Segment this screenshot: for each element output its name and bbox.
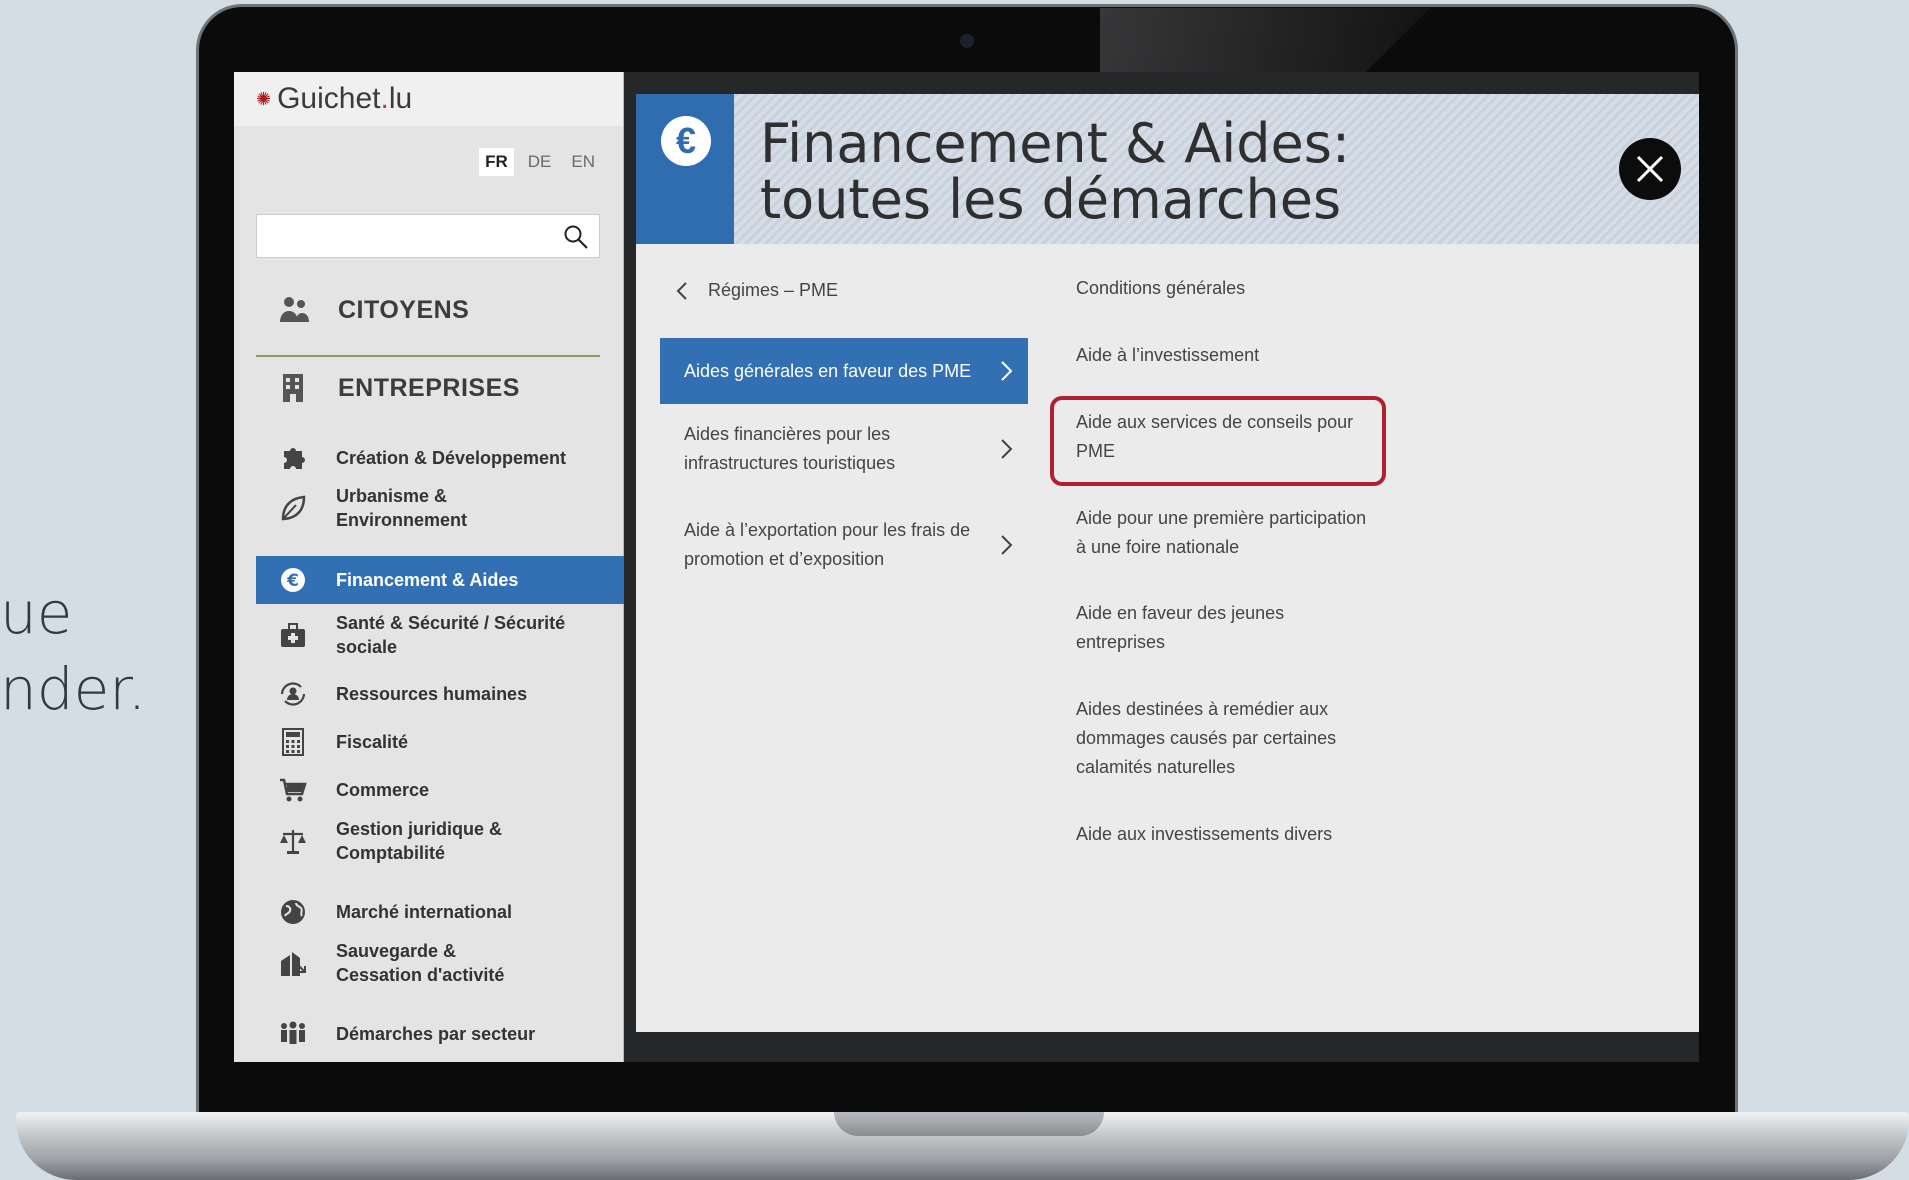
sidebar-item-sante[interactable]: Santé & Sécurité / Sécurité sociale <box>256 608 624 662</box>
background-caption-line-2: nder. <box>0 655 147 723</box>
section-entreprises-label: ENTREPRISES <box>338 373 520 402</box>
background-caption-line-1: ue <box>0 579 73 647</box>
link-aide-premiere-participation[interactable]: Aide pour une première participation à u… <box>1076 504 1376 562</box>
lang-en[interactable]: EN <box>565 148 601 176</box>
background-caption: ue nder. <box>0 575 146 727</box>
section-entreprises[interactable]: ENTREPRISES <box>256 370 600 406</box>
logo-star-icon: ✺ <box>256 88 272 109</box>
laptop-notch <box>834 1112 1104 1136</box>
sidebar-item-secteur[interactable]: Démarches par secteur <box>256 1016 624 1052</box>
back-link[interactable]: Régimes – PME <box>660 280 838 301</box>
sidebar-item-label: Création & Développement <box>336 448 567 468</box>
svg-text:€: € <box>286 571 299 591</box>
sidebar-item-gestion[interactable]: Gestion juridique & Comptabilité <box>256 814 624 868</box>
lang-de[interactable]: DE <box>522 148 558 176</box>
subcategory-aides-generales[interactable]: Aides générales en faveur des PME <box>660 338 1028 404</box>
language-switcher: FR DE EN <box>479 148 601 176</box>
section-divider <box>256 355 600 357</box>
page-title: Financement & Aides: toutes les démarche… <box>760 112 1351 231</box>
euro-icon: € <box>661 116 711 166</box>
sidebar-item-label: Financement & Aides <box>336 570 519 590</box>
sidebar-item-financement[interactable]: € Financement & Aides <box>256 556 624 604</box>
logo-suffix: lu <box>388 82 413 115</box>
sidebar-item-label: Fiscalité <box>336 732 409 752</box>
euro-icon: € <box>281 568 305 592</box>
sidebar-item-label: Sauvegarde & Cessation d'activité <box>336 941 505 985</box>
subcategory-infrastructures[interactable]: Aides financières pour les infrastructur… <box>660 416 1028 482</box>
close-icon <box>1636 155 1664 183</box>
chevron-left-icon <box>676 281 687 300</box>
subcategory-label: Aide à l’exportation pour les frais de p… <box>684 520 971 569</box>
laptop-screen: ✺ Guichet.lu FR DE EN CITOYENS ENTREPRIS… <box>234 72 1699 1062</box>
sidebar-item-label: Urbanisme & Environnement <box>336 486 468 530</box>
subcategory-exportation[interactable]: Aide à l’exportation pour les frais de p… <box>660 512 1028 578</box>
section-citoyens-label: CITOYENS <box>338 295 470 324</box>
sidebar-item-ressources[interactable]: Ressources humaines <box>256 676 624 712</box>
subcategory-label: Aides financières pour les infrastructur… <box>684 424 896 473</box>
back-link-label: Régimes – PME <box>708 280 839 300</box>
medkit-icon <box>281 623 305 647</box>
citizens-icon <box>280 297 309 322</box>
sidebar-item-label: Santé & Sécurité / Sécurité sociale <box>336 613 566 657</box>
lang-fr[interactable]: FR <box>479 148 514 176</box>
link-aides-calamites[interactable]: Aides destinées à remédier aux dommages … <box>1076 695 1356 782</box>
people-cycle-icon <box>280 682 306 706</box>
chevron-right-icon <box>1001 535 1013 555</box>
sidebar-item-urbanisme[interactable]: Urbanisme & Environnement <box>256 482 624 534</box>
sidebar-item-label: Commerce <box>336 780 430 800</box>
highlight-box <box>1050 396 1386 486</box>
sidebar-item-label: Gestion juridique & Comptabilité <box>336 819 503 863</box>
panel-header: € Financement & Aides: toutes les démarc… <box>636 94 1699 244</box>
calculator-icon <box>282 728 304 756</box>
site-logo[interactable]: ✺ Guichet.lu <box>234 72 623 126</box>
sidebar-item-fiscalite[interactable]: Fiscalité <box>256 724 624 760</box>
chevron-right-icon <box>1001 361 1013 381</box>
link-aide-jeunes-entreprises[interactable]: Aide en faveur des jeunes entreprises <box>1076 599 1306 657</box>
subcategory-label: Aides générales en faveur des PME <box>684 360 972 381</box>
sidebar-item-label: Ressources humaines <box>336 684 528 704</box>
group-icon <box>281 1021 305 1044</box>
sidebar: ✺ Guichet.lu FR DE EN CITOYENS ENTREPRIS… <box>234 72 624 1062</box>
sidebar-item-commerce[interactable]: Commerce <box>256 772 624 808</box>
logo-dot: . <box>380 82 389 115</box>
chevron-right-icon <box>1001 439 1013 459</box>
link-aide-investissements-divers[interactable]: Aide aux investissements divers <box>1076 820 1376 849</box>
cart-icon <box>280 778 307 802</box>
search-input[interactable] <box>256 214 600 258</box>
search-icon[interactable] <box>563 224 589 250</box>
sidebar-item-creation[interactable]: Création & Développement <box>256 440 624 476</box>
building-down-icon <box>281 952 306 976</box>
link-aide-investissement[interactable]: Aide à l’investissement <box>1076 341 1376 370</box>
building-icon <box>283 374 303 402</box>
globe-icon <box>281 900 305 924</box>
mega-menu-panel: € Financement & Aides: toutes les démarc… <box>636 94 1699 1032</box>
puzzle-icon <box>284 448 305 469</box>
close-button[interactable] <box>1619 138 1681 200</box>
scales-icon <box>280 830 306 854</box>
leaf-icon <box>281 495 306 521</box>
sidebar-item-sauvegarde[interactable]: Sauvegarde & Cessation d'activité <box>256 936 624 990</box>
sidebar-item-marche[interactable]: Marché international <box>256 894 624 930</box>
sidebar-item-label: Marché international <box>336 902 513 922</box>
section-citoyens[interactable]: CITOYENS <box>256 292 600 328</box>
logo-prefix: Guichet <box>277 82 381 115</box>
camera-icon <box>962 36 972 46</box>
link-conditions-generales[interactable]: Conditions générales <box>1076 274 1376 303</box>
sidebar-item-label: Démarches par secteur <box>336 1024 536 1044</box>
category-badge: € <box>636 94 734 244</box>
